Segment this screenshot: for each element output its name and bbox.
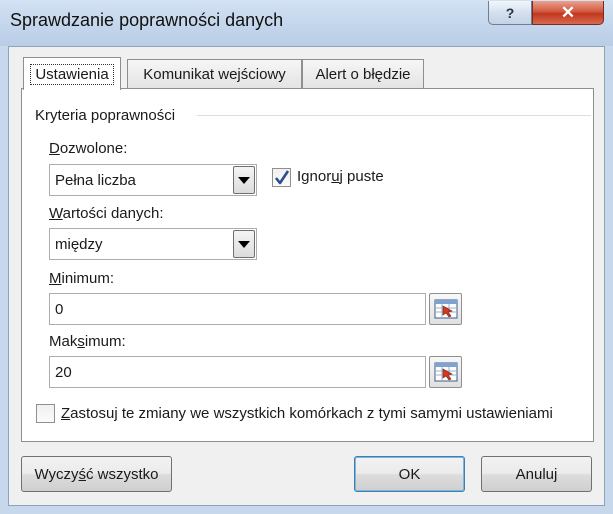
close-icon: ✕: [560, 2, 576, 22]
maximum-label: Maksimum:: [49, 333, 126, 350]
minimum-label: Minimum:: [49, 270, 115, 287]
chevron-down-icon: [238, 176, 250, 184]
tab-input-message-label: Komunikat wejściowy: [143, 66, 286, 83]
close-button[interactable]: ✕: [532, 1, 604, 25]
maximum-input[interactable]: 20: [49, 356, 426, 388]
checkmark-icon: [274, 170, 290, 185]
help-button[interactable]: ?: [488, 1, 532, 25]
clear-all-button[interactable]: Wyczyść wszystko: [21, 456, 172, 492]
data-value: między: [55, 236, 103, 253]
ignore-blank-checkbox[interactable]: [272, 168, 291, 187]
tab-settings[interactable]: Ustawienia: [23, 57, 121, 90]
clear-all-label: Wyczyść wszystko: [34, 465, 159, 483]
allow-label: Dozwolone:: [49, 140, 128, 157]
data-dropdown-button[interactable]: [233, 230, 255, 258]
range-select-icon: [434, 299, 457, 319]
minimum-range-select-button[interactable]: [429, 293, 462, 325]
dialog-title: Sprawdzanie poprawności danych: [10, 10, 284, 30]
range-select-icon: [434, 362, 457, 382]
cancel-label: Anuluj: [515, 465, 558, 483]
apply-all-label: Zastosuj te zmiany we wszystkich komórka…: [61, 405, 553, 422]
apply-all-checkbox[interactable]: [36, 404, 55, 423]
allow-value: Pełna liczba: [55, 172, 136, 189]
ignore-blank-label: Ignoruj puste: [297, 168, 384, 185]
dialog-body: Ustawienia Komunikat wejściowy Alert o b…: [8, 46, 605, 506]
ok-button[interactable]: OK: [354, 456, 465, 492]
chevron-down-icon: [238, 240, 250, 248]
settings-panel: Kryteria poprawności Dozwolone: Pełna li…: [21, 88, 594, 442]
maximum-range-select-button[interactable]: [429, 356, 462, 388]
tab-settings-label: Ustawienia: [30, 63, 114, 85]
ok-label: OK: [398, 465, 421, 483]
cancel-button[interactable]: Anuluj: [481, 456, 592, 492]
allow-dropdown-button[interactable]: [233, 166, 255, 194]
minimum-input[interactable]: 0: [49, 293, 426, 325]
tab-input-message[interactable]: Komunikat wejściowy: [127, 59, 302, 89]
minimum-value: 0: [55, 301, 64, 318]
title-bar: Sprawdzanie poprawności danych ? ✕: [0, 0, 613, 46]
tab-error-alert-label: Alert o błędzie: [315, 66, 411, 83]
criteria-group-label: Kryteria poprawności: [35, 107, 176, 124]
help-icon: ?: [505, 4, 515, 21]
data-combobox[interactable]: między: [49, 228, 257, 260]
group-divider: [197, 115, 591, 116]
allow-combobox[interactable]: Pełna liczba: [49, 164, 257, 196]
data-label: Wartości danych:: [49, 205, 164, 222]
tab-error-alert[interactable]: Alert o błędzie: [302, 59, 424, 89]
maximum-value: 20: [55, 364, 72, 381]
